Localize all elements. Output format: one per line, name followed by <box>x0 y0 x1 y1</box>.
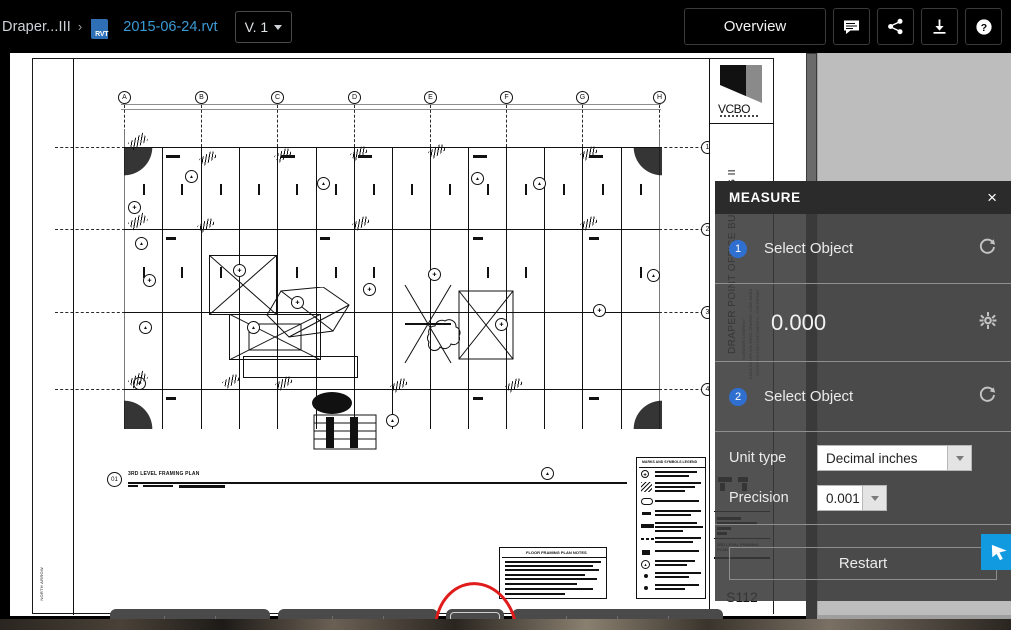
grid-bubble: F <box>500 91 513 104</box>
chevron-down-icon <box>862 486 886 510</box>
grid-bubble: D <box>348 91 361 104</box>
measure-result-row: 0.000 <box>715 284 1011 362</box>
bottom-image-strip <box>0 619 1011 630</box>
comment-icon <box>844 20 859 34</box>
notes-title: FLOOR FRAMING PLAN NOTES <box>526 550 587 555</box>
corner-detail <box>624 147 662 181</box>
grid-bubble: G <box>576 91 589 104</box>
precision-label: Precision <box>729 490 789 506</box>
share-icon <box>888 18 903 35</box>
help-button[interactable]: ? <box>965 8 1002 45</box>
rvt-file-icon: RVT <box>91 14 113 39</box>
unit-type-label: Unit type <box>729 450 787 466</box>
overview-button[interactable]: Overview <box>684 8 826 45</box>
cursor-arrow-icon <box>991 544 1007 560</box>
grid-bubble: C <box>271 91 284 104</box>
vcbo-logo-text: VCBO <box>718 102 751 116</box>
download-button[interactable] <box>921 8 958 45</box>
grid-bubble: H <box>653 91 666 104</box>
comment-button[interactable] <box>833 8 870 45</box>
measure-options-row: Unit type Decimal inches Precision 0.001 <box>715 432 1011 525</box>
measure-step-1-row[interactable]: 1 Select Object <box>715 214 1011 284</box>
unit-type-field: Unit type Decimal inches <box>729 445 997 471</box>
revision-cloud <box>423 314 465 352</box>
vcbo-logo-subtext <box>720 115 760 117</box>
measure-panel-header: MEASURE × <box>715 181 1011 214</box>
corner-detail <box>124 147 162 181</box>
header-actions: Overview ? <box>684 8 1002 45</box>
precision-field: Precision 0.001 <box>729 485 997 511</box>
step-1-badge: 1 <box>729 239 747 258</box>
grid-bubble: A <box>118 91 131 104</box>
step-1-label: Select Object <box>764 240 854 257</box>
vcbo-logo: VCBO <box>716 65 766 117</box>
measure-settings-gear-icon[interactable] <box>979 311 997 334</box>
svg-text:?: ? <box>980 22 986 34</box>
step-2-badge: 2 <box>729 387 747 406</box>
plan-view-title: 3RD LEVEL FRAMING PLAN <box>128 471 200 477</box>
plan-view-tag: 01 <box>107 472 122 487</box>
grid-bubble: B <box>195 91 208 104</box>
measure-panel: MEASURE × 1 Select Object 0.000 2 Select… <box>715 181 1011 601</box>
help-icon: ? <box>975 18 992 35</box>
step-2-reset-icon[interactable] <box>978 385 997 409</box>
close-icon[interactable]: × <box>987 189 997 206</box>
drawing-viewport[interactable]: NORTH ARROW A B C D E F G H 1 2 3 4 ✚ ▲ … <box>10 53 806 616</box>
legend-title: MARKS AND SYMBOLS LEGEND <box>642 460 698 464</box>
precision-value: 0.001 <box>826 490 860 506</box>
version-label: V. 1 <box>244 18 269 35</box>
application-root: Draper...III › RVT 2015-06-24.rvt V. 1 O… <box>0 0 1011 630</box>
corner-detail <box>124 395 162 429</box>
file-name-link[interactable]: 2015-06-24.rvt <box>123 19 217 35</box>
measure-panel-title: MEASURE <box>729 190 801 205</box>
floor-framing-notes: FLOOR FRAMING PLAN NOTES <box>499 547 607 599</box>
measure-panel-body: 1 Select Object 0.000 2 Select Object Un… <box>715 214 1011 601</box>
restart-button[interactable]: Restart <box>729 546 997 580</box>
chevron-down-icon <box>947 446 971 470</box>
vcbo-logo-mark <box>720 65 762 103</box>
measure-step-2-row[interactable]: 2 Select Object <box>715 362 1011 432</box>
breadcrumb-project[interactable]: Draper...III <box>0 19 71 35</box>
symbols-legend: MARKS AND SYMBOLS LEGEND ✚ ▲ <box>636 457 706 599</box>
drawing-sheet: NORTH ARROW A B C D E F G H 1 2 3 4 ✚ ▲ … <box>32 58 774 615</box>
download-icon <box>933 19 946 34</box>
breadcrumb-separator-icon: › <box>77 19 83 34</box>
share-button[interactable] <box>877 8 914 45</box>
grid-bubble: E <box>424 91 437 104</box>
framing-cluster <box>263 286 353 347</box>
version-selector[interactable]: V. 1 <box>234 10 293 43</box>
sheet-edge-note: NORTH ARROW <box>39 567 44 601</box>
measure-result-value: 0.000 <box>771 309 827 335</box>
step-1-reset-icon[interactable] <box>978 237 997 261</box>
unit-type-select[interactable]: Decimal inches <box>817 445 972 471</box>
corner-detail <box>624 395 662 429</box>
feedback-widget-button[interactable] <box>981 534 1011 570</box>
top-header-bar: Draper...III › RVT 2015-06-24.rvt V. 1 O… <box>0 0 1011 53</box>
main-content-area: NORTH ARROW A B C D E F G H 1 2 3 4 ✚ ▲ … <box>0 53 1011 630</box>
rvt-file-icon-label: RVT <box>95 30 109 38</box>
step-2-label: Select Object <box>764 388 854 405</box>
chevron-down-icon <box>274 25 283 30</box>
unit-type-value: Decimal inches <box>826 450 918 466</box>
precision-select[interactable]: 0.001 <box>817 485 887 511</box>
measure-actions-row: Restart <box>715 525 1011 601</box>
